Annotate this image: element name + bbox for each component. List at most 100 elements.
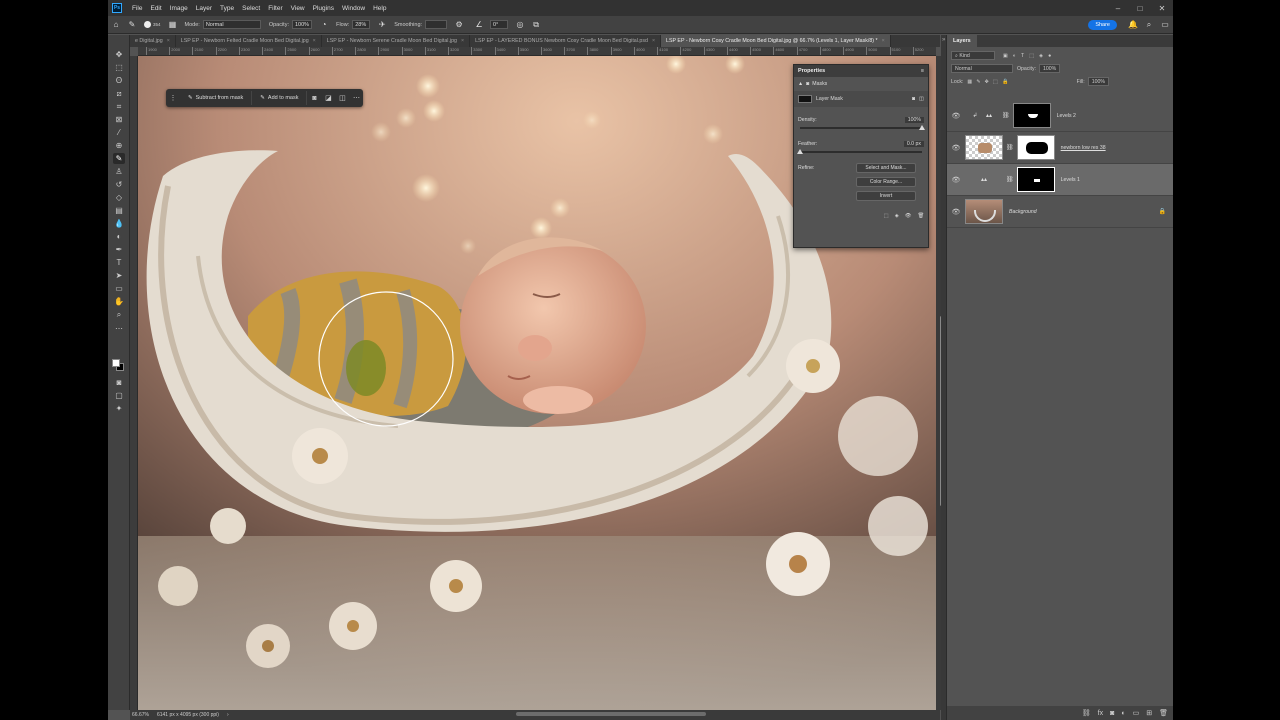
trash-icon[interactable]: 🗑 (917, 213, 924, 219)
brush-tool-preset-icon[interactable]: ✎ (127, 20, 137, 30)
layer-name[interactable]: Levels 2 (1057, 113, 1076, 119)
menu-view[interactable]: View (287, 5, 309, 12)
filter-type-icon[interactable]: T (1021, 53, 1024, 59)
vertical-ruler[interactable] (130, 56, 138, 710)
screen-mode-icon[interactable]: ▢ (113, 390, 125, 401)
chevron-right-icon[interactable]: › (227, 712, 229, 718)
clone-stamp-tool-icon[interactable]: ♙ (113, 166, 125, 177)
layer-opacity-input[interactable]: 100% (1039, 64, 1061, 73)
type-tool-icon[interactable]: T (113, 257, 125, 268)
close-icon[interactable]: × (652, 38, 655, 44)
search-icon[interactable]: ⌕ (1144, 20, 1154, 30)
layer-thumbnail[interactable] (965, 135, 1003, 160)
document-tab[interactable]: e Digital.jpg × (130, 35, 176, 47)
eyedropper-tool-icon[interactable]: ⁄ (113, 127, 125, 138)
feather-slider-knob[interactable] (797, 149, 803, 154)
fill-input[interactable]: 100% (1087, 77, 1109, 86)
close-icon[interactable]: × (313, 38, 316, 44)
link-icon[interactable]: ⛓ (1006, 144, 1014, 151)
pen-tool-icon[interactable]: ✒ (113, 244, 125, 255)
lock-position-icon[interactable]: ✥ (985, 79, 989, 85)
close-icon[interactable]: × (167, 38, 170, 44)
document-info[interactable]: 6141 px x 4095 px (300 ppi) (157, 712, 219, 718)
hand-tool-icon[interactable]: ✋ (113, 296, 125, 307)
opacity-input[interactable]: 100% (292, 20, 313, 29)
pressure-size-icon[interactable]: ◎ (515, 20, 525, 30)
pressure-opacity-icon[interactable]: ◔ (319, 20, 329, 30)
lock-all-icon[interactable]: 🔒 (1002, 79, 1008, 85)
dodge-tool-icon[interactable]: ◐ (113, 231, 125, 242)
lock-transparent-icon[interactable]: ▦ (967, 79, 972, 85)
blur-tool-icon[interactable]: 💧 (113, 218, 125, 229)
close-icon[interactable]: × (882, 38, 885, 44)
new-layer-icon[interactable]: ⊞ (1146, 709, 1152, 717)
layer-name[interactable]: newborn low res 38 (1061, 145, 1106, 151)
crop-tool-icon[interactable]: ⌗ (113, 101, 125, 112)
workspace-icon[interactable]: ▭ (1160, 20, 1170, 30)
vector-mask-icon[interactable]: ◫ (919, 96, 924, 102)
edit-toolbar-icon[interactable]: ⋯ (113, 323, 125, 334)
filter-toggle-icon[interactable]: ● (1048, 53, 1051, 59)
marquee-tool-icon[interactable]: ⬚ (113, 62, 125, 73)
close-icon[interactable]: × (461, 38, 464, 44)
grip-icon[interactable]: ⋮ (166, 94, 180, 102)
share-button[interactable]: Share (1088, 19, 1117, 30)
generative-icon[interactable]: ✦ (113, 403, 125, 414)
layer-row-selected[interactable]: 👁 ▴▴ ⛓ Levels 1 (947, 164, 1173, 196)
filter-shape-icon[interactable]: ⬚ (1029, 53, 1034, 59)
panel-menu-icon[interactable]: ≡ (921, 68, 924, 74)
layer-name[interactable]: Levels 1 (1061, 177, 1080, 183)
horizontal-ruler[interactable]: 1900 2000 2100 2200 2300 2400 2500 2600 2700 2800… (138, 47, 936, 56)
rectangle-tool-icon[interactable]: ▭ (113, 283, 125, 294)
layer-mask-thumbnail[interactable] (1016, 135, 1055, 160)
eye-icon[interactable]: 👁 (950, 144, 962, 152)
more-options-icon[interactable]: ⋯ (349, 94, 363, 102)
pixel-mask-icon[interactable]: ◙ (912, 96, 915, 102)
menu-type[interactable]: Type (216, 5, 238, 12)
filter-smart-object-icon[interactable]: ◈ (1039, 53, 1043, 59)
home-icon[interactable]: ⌂ (111, 20, 121, 30)
color-range-button[interactable]: Color Range... (856, 177, 916, 187)
invert-button[interactable]: Invert (856, 191, 916, 201)
density-slider-knob[interactable] (919, 125, 925, 130)
menu-filter[interactable]: Filter (264, 5, 286, 12)
link-icon[interactable]: ⛓ (1002, 112, 1010, 119)
layer-row[interactable]: 👁 ↲ ▴▴ ⛓ Levels 2 (947, 100, 1173, 132)
bell-icon[interactable]: 🔔 (1128, 20, 1138, 30)
layer-mask-thumbnail[interactable] (1012, 103, 1051, 128)
angle-input[interactable]: 0° (490, 20, 509, 29)
menu-window[interactable]: Window (338, 5, 369, 12)
collapse-panels-icon[interactable]: » (942, 37, 945, 43)
refine-mask-icon[interactable]: ◫ (335, 94, 349, 102)
add-to-mask-button[interactable]: ✎ Add to mask (252, 91, 308, 105)
zoom-tool-icon[interactable]: ⌕ (113, 309, 125, 320)
add-mask-icon[interactable]: ◙ (1110, 710, 1114, 717)
object-selection-tool-icon[interactable]: ⧄ (113, 88, 125, 99)
horizontal-scrollbar[interactable] (516, 712, 706, 716)
flow-input[interactable]: 28% (352, 20, 371, 29)
density-input[interactable]: 100% (904, 117, 924, 123)
menu-edit[interactable]: Edit (146, 5, 165, 12)
link-icon[interactable]: ⛓ (1006, 176, 1014, 183)
menu-file[interactable]: File (128, 5, 146, 12)
menu-plugins[interactable]: Plugins (309, 5, 338, 12)
healing-brush-tool-icon[interactable]: ⊕ (113, 140, 125, 151)
link-layers-icon[interactable]: ⛓ (1082, 709, 1091, 717)
brush-tool-icon[interactable]: ✎ (113, 153, 125, 164)
density-slider[interactable] (800, 125, 925, 130)
zoom-level[interactable]: 66.67% (132, 712, 149, 718)
lasso-tool-icon[interactable]: ʘ (113, 75, 125, 86)
maximize-button[interactable]: □ (1129, 4, 1151, 13)
symmetry-icon[interactable]: ⧉ (531, 20, 541, 30)
subtract-from-mask-button[interactable]: ✎ Subtract from mask (180, 91, 253, 105)
layer-mask-thumbnail[interactable] (1016, 167, 1055, 192)
layers-tab[interactable]: Layers (947, 35, 977, 47)
document-tab[interactable]: LSP EP - LAYERED BONUS Newborn Cosy Crad… (470, 35, 662, 47)
layer-row[interactable]: 👁 Background 🔒 (947, 196, 1173, 228)
eraser-tool-icon[interactable]: ◇ (113, 192, 125, 203)
blend-mode-select[interactable]: Normal (951, 64, 1013, 73)
history-brush-tool-icon[interactable]: ↺ (113, 179, 125, 190)
layer-row[interactable]: 👁 ⛓ newborn low res 38 (947, 132, 1173, 164)
move-tool-icon[interactable]: ✥ (113, 49, 125, 60)
minimize-button[interactable]: – (1107, 4, 1129, 13)
